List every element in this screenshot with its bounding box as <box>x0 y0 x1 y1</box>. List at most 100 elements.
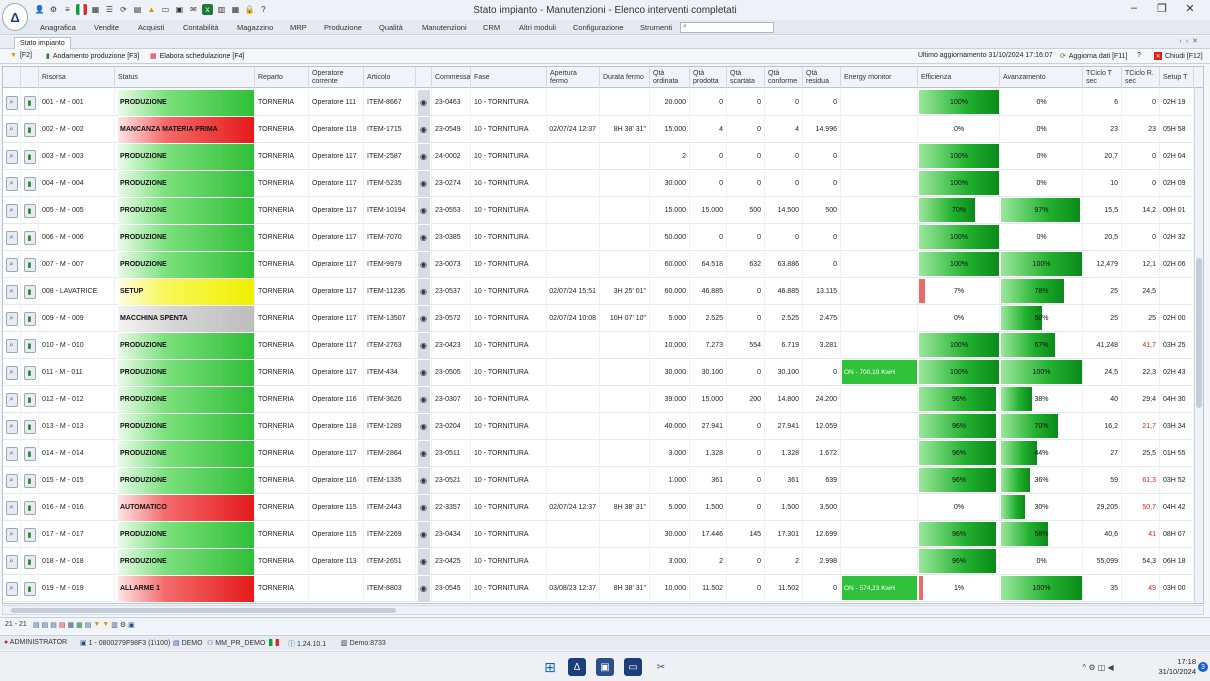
layout-icon[interactable]: ▣ <box>128 621 135 629</box>
eye-icon[interactable]: ◉ <box>417 116 430 143</box>
save-taskbar-icon[interactable]: ▣ <box>596 658 614 676</box>
chart-icon[interactable]: ▮ <box>23 392 36 407</box>
search-detail-icon[interactable]: ⌕ <box>5 149 18 164</box>
search-detail-icon[interactable]: ⌕ <box>5 257 18 272</box>
app-logo[interactable]: Δ <box>2 3 28 31</box>
save-icon[interactable]: ▤ <box>50 621 57 629</box>
menu-item-1[interactable]: Vendite <box>94 23 119 32</box>
column-header-qprod[interactable]: Qtà prodotta <box>690 67 727 88</box>
eye-icon[interactable]: ◉ <box>417 278 430 305</box>
table-row[interactable]: ⌕ ▮ 011 - M - 011 PRODUZIONE TORNERIA Operato… <box>3 359 1203 386</box>
eye-icon[interactable]: ◉ <box>417 440 430 467</box>
vertical-scroll-thumb[interactable] <box>1196 258 1202 408</box>
eye-icon[interactable]: ◉ <box>417 575 430 602</box>
grid-settings-icon[interactable]: ▦ <box>68 621 75 629</box>
table-row[interactable]: ⌕ ▮ 015 - M - 015 PRODUZIONE TORNERIA Operato… <box>3 467 1203 494</box>
eye-icon[interactable]: ◉ <box>417 386 430 413</box>
column-header-eff[interactable]: Efficienza <box>918 67 1000 88</box>
chart-icon[interactable]: ▮ <box>23 365 36 380</box>
search-detail-icon[interactable]: ⌕ <box>5 581 18 596</box>
notification-badge[interactable]: 3 <box>1198 662 1208 672</box>
table-row[interactable]: ⌕ ▮ 002 - M - 002 MANCANZA MATERIA PRIMA TOR… <box>3 116 1203 143</box>
chart-icon[interactable]: ▮ <box>23 284 36 299</box>
table-row[interactable]: ⌕ ▮ 003 - M - 003 PRODUZIONE TORNERIA Operato… <box>3 143 1203 170</box>
menu-item-10[interactable]: Altri moduli <box>519 23 556 32</box>
menu-item-4[interactable]: Magazzino <box>237 23 273 32</box>
andamento-button[interactable]: ▮ Andamento produzione [F3] <box>46 52 139 61</box>
eye-icon[interactable]: ◉ <box>417 224 430 251</box>
search-detail-icon[interactable]: ⌕ <box>5 473 18 488</box>
chiudi-button[interactable]: ✕ Chiudi [F12] <box>1154 52 1203 60</box>
search-detail-icon[interactable]: ⌕ <box>5 176 18 191</box>
menu-item-7[interactable]: Qualità <box>379 23 403 32</box>
column-header-qscart[interactable]: Qtà scartata <box>727 67 765 88</box>
search-detail-icon[interactable]: ⌕ <box>5 500 18 515</box>
menu-item-9[interactable]: CRM <box>483 23 500 32</box>
column-header-risorsa[interactable]: Risorsa <box>39 67 115 88</box>
eye-icon[interactable]: ◉ <box>417 197 430 224</box>
column-header-articolo[interactable]: Articolo <box>364 67 416 88</box>
chart-icon[interactable]: ▮ <box>23 149 36 164</box>
eye-icon[interactable]: ◉ <box>417 467 430 494</box>
chart-icon[interactable]: ▮ <box>23 230 36 245</box>
delete-icon[interactable]: ▤ <box>59 621 66 629</box>
clock[interactable]: 17:18 31/10/2024 <box>1158 657 1196 677</box>
column-header-apertura[interactable]: Apertura fermo <box>547 67 600 88</box>
menu-item-11[interactable]: Configurazione <box>573 23 623 32</box>
window-taskbar-icon[interactable]: ▭ <box>624 658 642 676</box>
horizontal-scroll-thumb[interactable] <box>11 608 396 613</box>
table-row[interactable]: ⌕ ▮ 001 - M - 001 PRODUZIONE TORNERIA Operato… <box>3 89 1203 116</box>
menu-item-0[interactable]: Anagrafica <box>40 23 76 32</box>
table-row[interactable]: ⌕ ▮ 013 - M - 013 PRODUZIONE TORNERIA Operato… <box>3 413 1203 440</box>
search-detail-icon[interactable]: ⌕ <box>5 122 18 137</box>
tray-icons[interactable]: ^ ⚙ ◫ ◀ <box>1068 658 1128 676</box>
column-header-fase[interactable]: Fase <box>471 67 547 88</box>
tab-navigation[interactable]: ‹›✕ <box>1179 37 1202 45</box>
vertical-scrollbar[interactable] <box>1194 88 1203 603</box>
eye-icon[interactable]: ◉ <box>417 359 430 386</box>
help-button[interactable]: ? <box>1137 52 1141 59</box>
menu-item-2[interactable]: Acquisti <box>138 23 164 32</box>
column-header-reparto[interactable]: Reparto <box>255 67 309 88</box>
chart-icon[interactable]: ▮ <box>23 581 36 596</box>
column-header-durata[interactable]: Durata fermo <box>600 67 650 88</box>
filter-clear-icon[interactable]: ▼ <box>102 621 109 629</box>
filter-icon[interactable]: ▼ <box>93 621 100 629</box>
search-detail-icon[interactable]: ⌕ <box>5 311 18 326</box>
chart-icon[interactable]: ▮ <box>23 122 36 137</box>
column-header-qconf[interactable]: Qtà conforme <box>765 67 803 88</box>
minimize-icon[interactable]: – <box>1120 2 1148 15</box>
search-detail-icon[interactable]: ⌕ <box>5 554 18 569</box>
column-header-avz[interactable]: Avanzamento <box>1000 67 1083 88</box>
search-detail-icon[interactable]: ⌕ <box>5 230 18 245</box>
eye-icon[interactable]: ◉ <box>417 548 430 575</box>
column-header-tcr[interactable]: TCiclo R. sec <box>1122 67 1160 88</box>
close-icon[interactable]: ✕ <box>1176 2 1204 15</box>
schedula-button[interactable]: ▦ Elabora schedulazione [F4] <box>150 52 244 61</box>
column-header-eye[interactable] <box>416 67 432 88</box>
chart-icon[interactable]: ▮ <box>23 446 36 461</box>
eye-icon[interactable]: ◉ <box>417 89 430 116</box>
eye-icon[interactable]: ◉ <box>417 332 430 359</box>
table-row[interactable]: ⌕ ▮ 007 - M - 007 PRODUZIONE TORNERIA Operato… <box>3 251 1203 278</box>
search-detail-icon[interactable]: ⌕ <box>5 95 18 110</box>
menu-item-8[interactable]: Manutenzioni <box>422 23 467 32</box>
eye-icon[interactable]: ◉ <box>417 251 430 278</box>
search-detail-icon[interactable]: ⌕ <box>5 338 18 353</box>
chart-icon[interactable]: ▮ <box>23 257 36 272</box>
snipping-taskbar-icon[interactable]: ✂ <box>652 658 670 676</box>
eye-icon[interactable]: ◉ <box>417 521 430 548</box>
eye-icon[interactable]: ◉ <box>417 413 430 440</box>
column-header-qres[interactable]: Qtà residua <box>803 67 841 88</box>
column-header-status[interactable]: Status <box>115 67 255 88</box>
table-row[interactable]: ⌕ ▮ 014 - M - 014 PRODUZIONE TORNERIA Operato… <box>3 440 1203 467</box>
aggiorna-button[interactable]: ⟳ Aggiorna dati [F11] <box>1060 52 1128 61</box>
column-header-i1[interactable] <box>3 67 21 88</box>
table-row[interactable]: ⌕ ▮ 019 - M - 019 ALLARME 1 TORNERIA ITEM-880… <box>3 575 1203 602</box>
table-row[interactable]: ⌕ ▮ 018 - M - 018 PRODUZIONE TORNERIA Operato… <box>3 548 1203 575</box>
chart-icon[interactable]: ▮ <box>23 500 36 515</box>
first-icon[interactable]: ▤ <box>33 621 40 629</box>
table-row[interactable]: ⌕ ▮ 008 - LAVATRICE SETUP TORNERIA Operatore … <box>3 278 1203 305</box>
chart-icon[interactable]: ▮ <box>23 473 36 488</box>
eye-icon[interactable]: ◉ <box>417 143 430 170</box>
